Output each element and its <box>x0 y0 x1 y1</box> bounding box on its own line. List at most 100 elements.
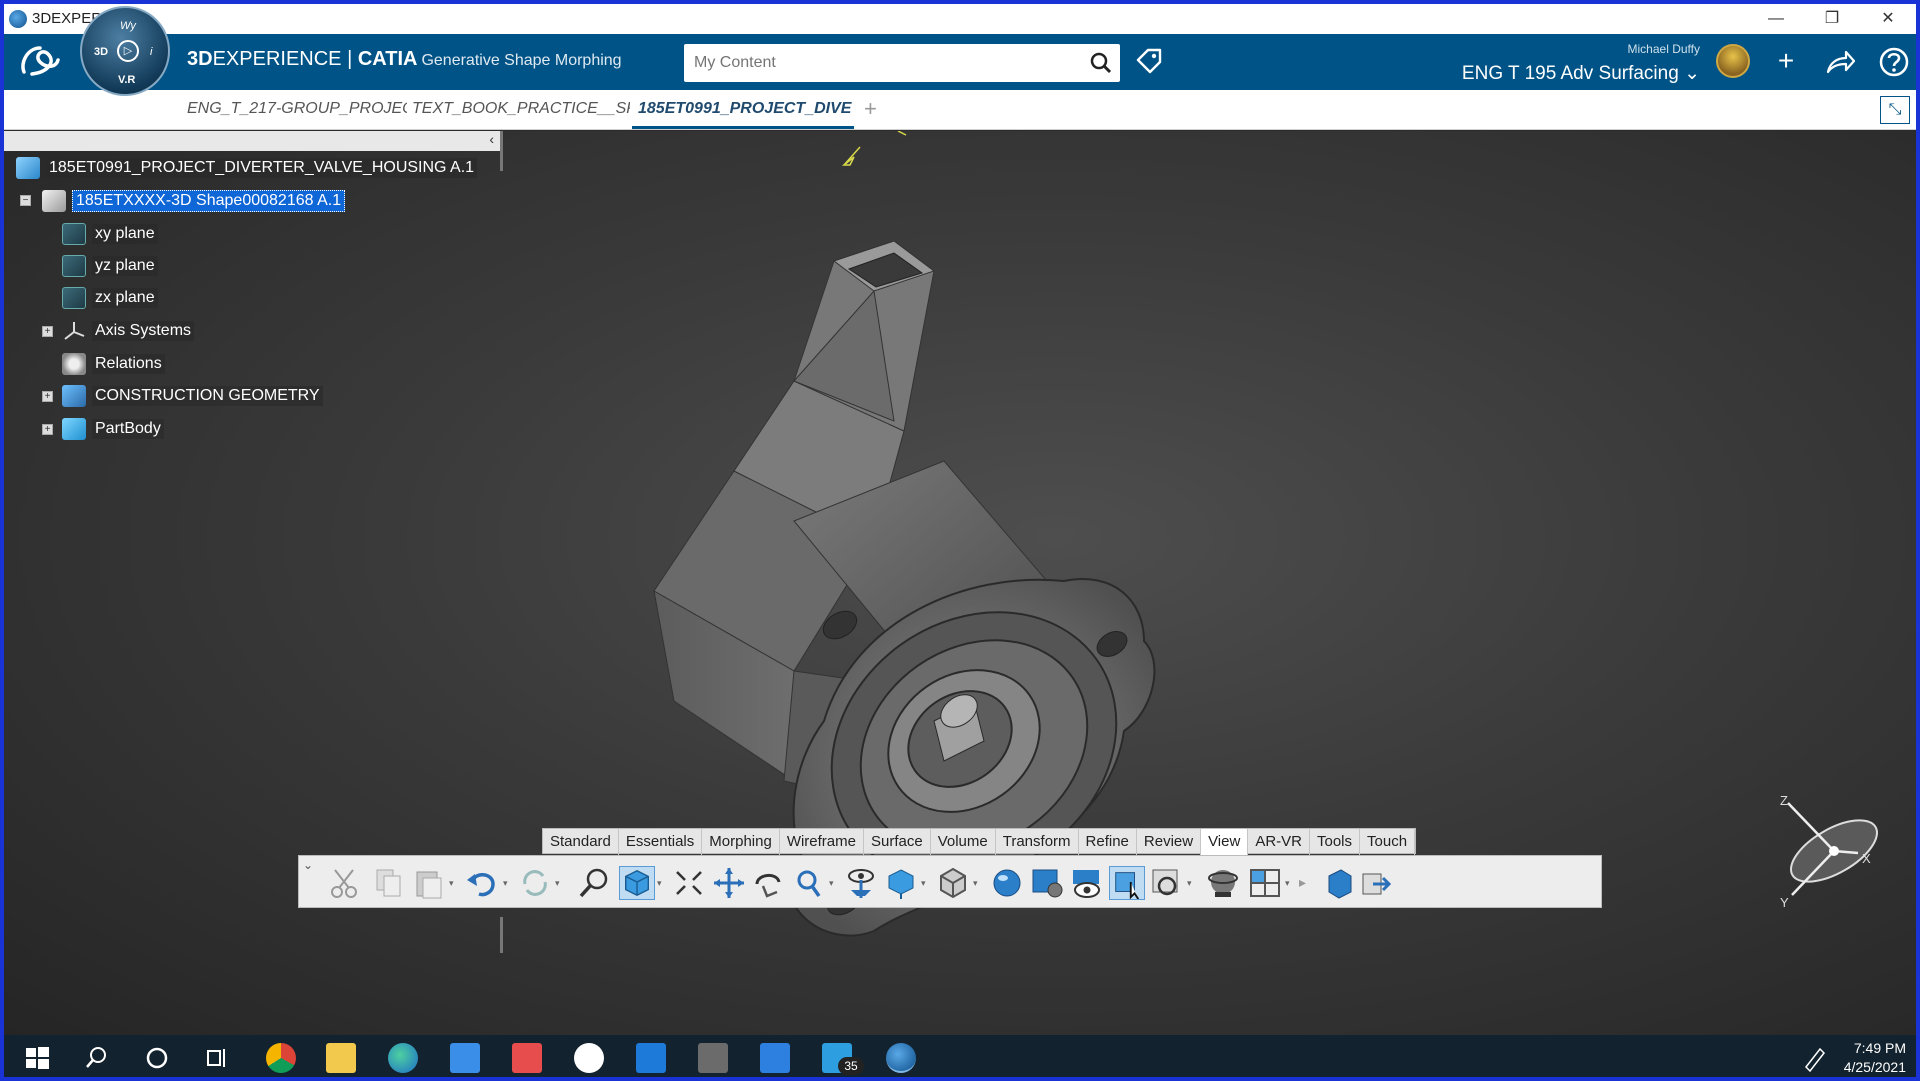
export-icon[interactable] <box>1359 866 1395 900</box>
tab-surface[interactable]: Surface <box>864 829 931 855</box>
iso-view-dropdown-icon[interactable]: ▾ <box>921 878 929 889</box>
collapse-shape-icon[interactable]: − <box>20 195 31 206</box>
tab-touch[interactable]: Touch <box>1360 829 1416 855</box>
cortana-icon[interactable] <box>142 1043 172 1073</box>
tab-refine[interactable]: Refine <box>1079 829 1137 855</box>
tag-icon[interactable] <box>1134 46 1164 76</box>
render-icon[interactable] <box>1205 866 1241 900</box>
tab-review[interactable]: Review <box>1137 829 1202 855</box>
split-view-dropdown-icon[interactable]: ▾ <box>1285 878 1293 889</box>
update-icon[interactable] <box>517 866 553 900</box>
camera-icon[interactable] <box>1149 866 1185 900</box>
minimize-button[interactable]: — <box>1748 4 1804 34</box>
tree-item-partbody[interactable]: PartBody <box>62 416 164 442</box>
undo-dropdown-icon[interactable]: ▾ <box>503 878 511 889</box>
avatar[interactable] <box>1716 44 1750 78</box>
fit-all-in-icon[interactable] <box>577 866 613 900</box>
more-commands-icon[interactable]: ▸ <box>1299 874 1306 891</box>
cut-icon[interactable] <box>327 866 363 900</box>
system-clock[interactable]: 7:49 PM 4/25/2021 <box>1844 1039 1906 1077</box>
tree-item-relations[interactable]: Relations <box>62 351 165 377</box>
expand-axis-systems-icon[interactable]: + <box>42 326 53 337</box>
view-mode-dropdown-icon[interactable]: ▾ <box>657 878 665 889</box>
windows-start-icon[interactable] <box>22 1043 52 1073</box>
store-icon[interactable] <box>636 1043 666 1073</box>
copy-icon[interactable] <box>371 866 407 900</box>
paste-dropdown-icon[interactable]: ▾ <box>449 878 457 889</box>
pan-icon[interactable] <box>711 866 747 900</box>
search-icon[interactable] <box>1090 52 1112 74</box>
expand-construction-geometry-icon[interactable]: + <box>42 391 53 402</box>
visualization-settings-icon[interactable] <box>1029 866 1065 900</box>
shading-dropdown-icon[interactable]: ▾ <box>973 878 981 889</box>
camera-dropdown-icon[interactable]: ▾ <box>1187 878 1195 889</box>
3dexperience-taskbar-icon[interactable] <box>886 1043 916 1073</box>
close-button[interactable]: ✕ <box>1860 4 1916 34</box>
zoom-dropdown-icon[interactable]: ▾ <box>829 878 837 889</box>
restore-button[interactable]: ❐ <box>1804 4 1860 34</box>
search-icon[interactable] <box>82 1043 112 1073</box>
search-box[interactable] <box>684 44 1120 82</box>
tab-wireframe[interactable]: Wireframe <box>780 829 864 855</box>
user-name[interactable]: Michael Duffy <box>1628 42 1700 56</box>
tab-project-diverter[interactable]: 185ET0991_PROJECT_DIVE <box>638 100 852 118</box>
edge-icon[interactable] <box>388 1043 418 1073</box>
mail-icon[interactable] <box>450 1043 480 1073</box>
chrome-icon[interactable] <box>266 1043 296 1073</box>
help-icon[interactable] <box>1878 46 1910 78</box>
calculator-icon[interactable] <box>698 1043 728 1073</box>
view-mode-icon[interactable] <box>619 866 655 900</box>
shading-icon[interactable] <box>935 866 971 900</box>
task-view-icon[interactable] <box>202 1043 232 1073</box>
hide-show-icon[interactable] <box>1069 866 1105 900</box>
tree-item-construction-geometry[interactable]: CONSTRUCTION GEOMETRY <box>62 383 323 409</box>
ambiance-icon[interactable] <box>989 866 1025 900</box>
action-bar-menu-icon[interactable]: ⌄ <box>303 858 313 872</box>
tree-item-yz-plane[interactable]: yz plane <box>62 253 158 279</box>
search-input[interactable] <box>694 44 1074 82</box>
orientation-compass-icon[interactable]: Z X Y <box>1774 791 1894 911</box>
file-explorer-icon[interactable] <box>326 1043 356 1073</box>
collaborative-space-selector[interactable]: ENG T 195 Adv Surfacing ⌄ <box>1462 62 1700 85</box>
news-icon[interactable] <box>512 1043 542 1073</box>
update-dropdown-icon[interactable]: ▾ <box>555 878 563 889</box>
selection-mode-icon[interactable] <box>1109 866 1145 900</box>
tree-item-zx-plane[interactable]: zx plane <box>62 285 158 311</box>
pen-icon[interactable] <box>1800 1043 1830 1073</box>
expand-partbody-icon[interactable]: + <box>42 424 53 435</box>
viewport-splitter[interactable] <box>500 917 503 953</box>
iso-view-icon[interactable] <box>883 866 919 900</box>
tree-item-axis-systems[interactable]: Axis Systems <box>62 318 195 344</box>
tab-eng-t-217[interactable]: ENG_T_217-GROUP_PROJECT <box>187 100 407 118</box>
dassault-logo-icon[interactable] <box>18 42 62 88</box>
tab-transform[interactable]: Transform <box>996 829 1079 855</box>
paste-icon[interactable] <box>411 866 447 900</box>
center-graph-icon[interactable] <box>671 866 707 900</box>
add-tab-button[interactable]: + <box>864 96 877 122</box>
3d-view-icon[interactable] <box>1321 866 1357 900</box>
tab-volume[interactable]: Volume <box>931 829 996 855</box>
collapse-icon[interactable]: ⤡ <box>1880 96 1910 124</box>
tab-text-book-practice[interactable]: TEXT_BOOK_PRACTICE__SPRI <box>412 100 630 118</box>
itunes-icon[interactable] <box>574 1043 604 1073</box>
calendar-icon[interactable] <box>760 1043 790 1073</box>
play-icon[interactable]: ▷ <box>117 40 139 62</box>
zoom-icon[interactable] <box>791 866 827 900</box>
tab-standard[interactable]: Standard <box>543 829 619 855</box>
tree-shape[interactable]: 185ETXXXX-3D Shape00082168 A.1 <box>42 188 346 214</box>
tree-root[interactable]: 185ET0991_PROJECT_DIVERTER_VALVE_HOUSING… <box>16 155 478 181</box>
share-icon[interactable] <box>1824 46 1856 78</box>
normal-view-icon[interactable] <box>843 866 879 900</box>
tree-item-xy-plane[interactable]: xy plane <box>62 221 158 247</box>
collapse-tree-icon[interactable]: ‹ <box>489 131 494 147</box>
tree-splitter[interactable] <box>500 131 503 171</box>
add-icon[interactable]: + <box>1770 46 1802 78</box>
split-view-icon[interactable] <box>1247 866 1283 900</box>
tab-essentials[interactable]: Essentials <box>619 829 703 855</box>
rotate-icon[interactable] <box>751 866 787 900</box>
tab-ar-vr[interactable]: AR-VR <box>1248 829 1310 855</box>
tab-tools[interactable]: Tools <box>1310 829 1361 855</box>
undo-icon[interactable] <box>465 866 501 900</box>
tab-morphing[interactable]: Morphing <box>702 829 780 855</box>
tab-view[interactable]: View <box>1201 829 1249 855</box>
